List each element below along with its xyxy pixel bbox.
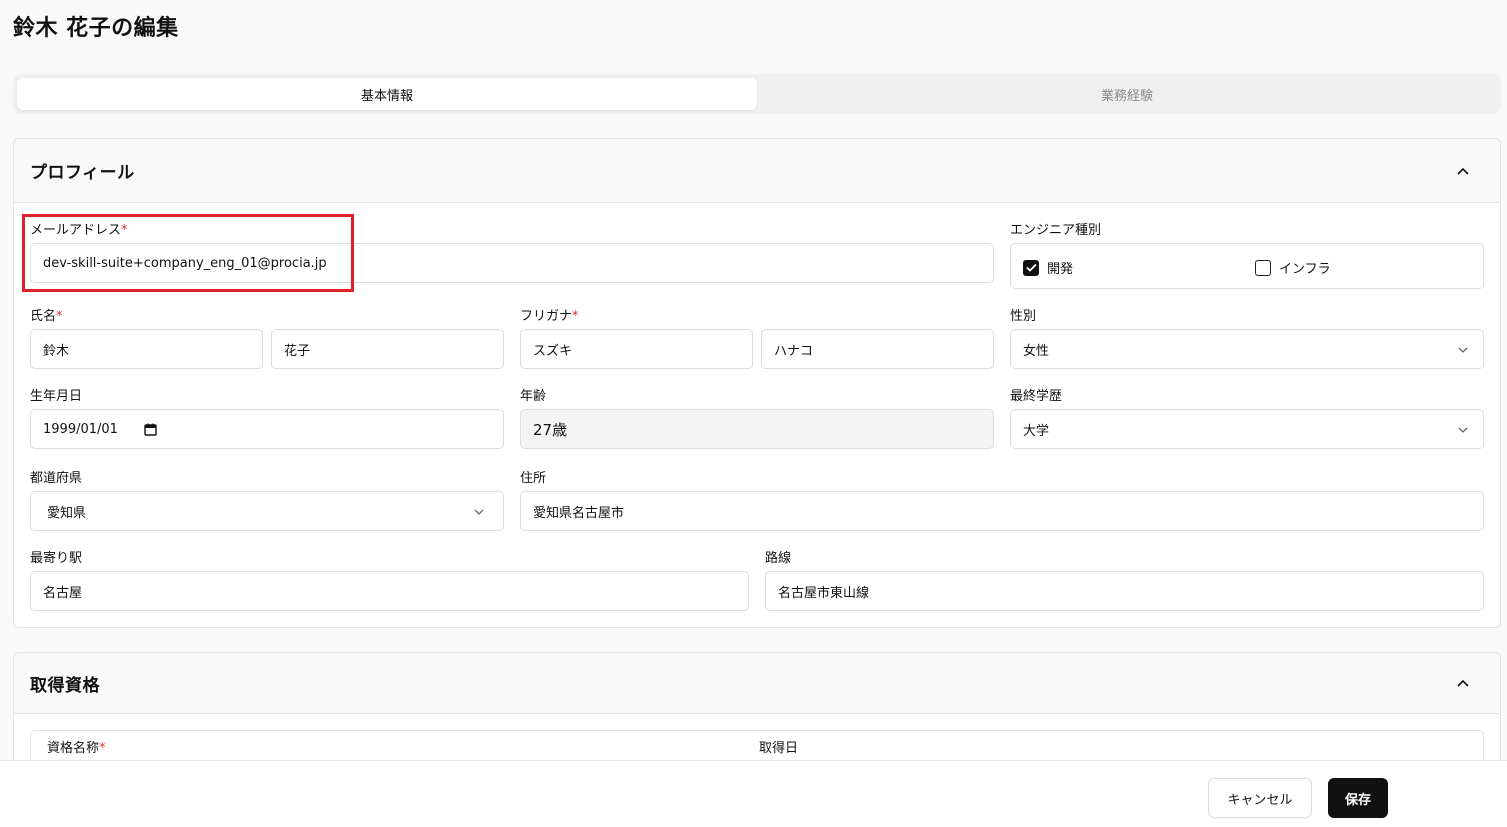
address-label: 住所 [520,471,547,486]
tab-basic-info[interactable]: 基本情報 [17,78,757,110]
checkbox-unchecked-icon [1255,259,1271,276]
email-value: dev-skill-suite+company_eng_01@procia.jp [43,255,327,271]
station-value: 名古屋 [43,585,83,601]
prefecture-value: 愛知県 [47,505,87,521]
first-name-value: 花子 [284,343,311,359]
prefecture-label: 都道府県 [30,471,83,486]
address-field[interactable]: 愛知県名古屋市 [520,491,1484,531]
first-name-kana-field[interactable]: ハナコ [761,329,994,369]
checkbox-infrastructure[interactable]: インフラ [1255,258,1331,277]
engineer-type-label: エンジニア種別 [1010,223,1102,238]
chevron-down-icon [473,506,485,518]
gender-label: 性別 [1010,309,1037,324]
birthdate-field[interactable]: 1999/01/01 [30,409,504,449]
checkbox-development[interactable]: 開発 [1023,258,1073,277]
education-select[interactable]: 大学 [1010,409,1484,449]
gender-select[interactable]: 女性 [1010,329,1484,369]
page-title: 鈴木 花子の編集 [13,16,179,41]
kana-label: フリガナ* [520,309,579,324]
name-label: 氏名* [30,309,63,324]
age-value: 27歳 [533,420,568,439]
station-label: 最寄り駅 [30,551,83,566]
education-label: 最終学歴 [1010,389,1063,404]
footer-bar: キャンセル 保存 [0,760,1507,827]
education-value: 大学 [1023,423,1050,439]
first-name-kana-value: ハナコ [774,343,814,359]
email-field[interactable]: dev-skill-suite+company_eng_01@procia.jp [30,243,994,283]
line-value: 名古屋市東山線 [778,585,870,601]
qualification-name-header: 資格名称* [47,741,106,756]
chevron-up-icon[interactable] [1456,164,1470,178]
profile-card-body: メールアドレス* dev-skill-suite+company_eng_01@… [14,203,1500,627]
last-name-value: 鈴木 [43,343,70,359]
gender-value: 女性 [1023,343,1050,359]
qualifications-card-header[interactable]: 取得資格 [14,653,1500,714]
save-button[interactable]: 保存 [1328,778,1388,818]
last-name-kana-value: スズキ [533,343,573,359]
last-name-kana-field[interactable]: スズキ [520,329,753,369]
first-name-field[interactable]: 花子 [271,329,504,369]
tab-bar: 基本情報 業務経験 [13,74,1501,114]
age-label: 年齢 [520,389,547,404]
checkbox-checked-icon [1023,259,1039,276]
line-label: 路線 [765,551,792,566]
email-label: メールアドレス* [30,223,128,238]
birthdate-label: 生年月日 [30,389,83,404]
qualification-date-header: 取得日 [759,741,799,756]
address-value: 愛知県名古屋市 [533,505,625,521]
checkbox-development-label: 開発 [1047,262,1074,277]
profile-card: プロフィール メールアドレス* dev-skill-suite+company_… [13,138,1501,628]
station-field[interactable]: 名古屋 [30,571,749,611]
line-field[interactable]: 名古屋市東山線 [765,571,1484,611]
calendar-icon[interactable] [144,423,157,436]
profile-card-title: プロフィール [30,163,135,183]
last-name-field[interactable]: 鈴木 [30,329,263,369]
birthdate-value: 1999/01/01 [43,421,118,437]
chevron-up-icon[interactable] [1456,676,1470,690]
cancel-button[interactable]: キャンセル [1208,778,1312,818]
prefecture-select[interactable]: 愛知県 [30,491,504,531]
tab-work-experience[interactable]: 業務経験 [757,78,1497,110]
chevron-down-icon [1457,344,1469,356]
qualifications-card-title: 取得資格 [30,675,100,696]
checkbox-infrastructure-label: インフラ [1279,262,1331,277]
chevron-down-icon [1457,424,1469,436]
profile-card-header[interactable]: プロフィール [14,139,1500,203]
age-field: 27歳 [520,409,994,449]
engineer-type-group: 開発 インフラ [1010,243,1484,289]
